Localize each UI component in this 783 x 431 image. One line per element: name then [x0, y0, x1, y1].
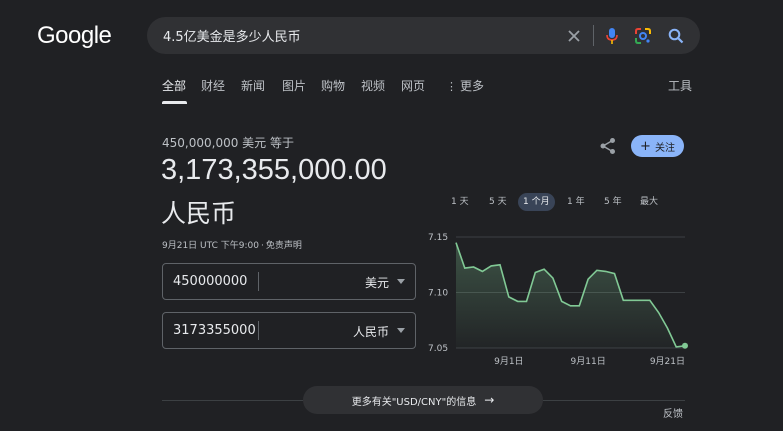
share-icon[interactable] — [599, 137, 617, 155]
voice-search-icon[interactable] — [602, 26, 622, 46]
tab-all[interactable]: 全部 — [162, 77, 187, 104]
field-divider — [258, 272, 259, 291]
search-box[interactable] — [147, 17, 700, 54]
plus-icon: + — [640, 138, 651, 154]
tab-finance[interactable]: 财经 — [201, 77, 225, 94]
tools-button[interactable]: 工具 — [668, 77, 692, 94]
search-input[interactable] — [163, 17, 553, 54]
tab-videos[interactable]: 视频 — [361, 77, 385, 94]
lens-icon[interactable] — [633, 26, 653, 46]
conversion-source-text: 450,000,000 美元 等于 — [162, 136, 294, 150]
active-tab-indicator — [162, 101, 187, 104]
x-tick-label: 9月1日 — [494, 356, 523, 367]
to-currency-select[interactable]: 人民币 — [353, 323, 389, 340]
y-tick-label: 7.05 — [428, 344, 448, 354]
chart-area — [456, 242, 685, 348]
range-5y[interactable]: 5 年 — [599, 193, 627, 211]
y-tick-label: 7.10 — [428, 289, 448, 299]
tab-shopping[interactable]: 购物 — [321, 77, 345, 94]
follow-button[interactable]: + 关注 — [631, 135, 684, 157]
tab-images[interactable]: 图片 — [282, 77, 306, 94]
exchange-rate-chart[interactable]: 7.15 7.10 7.05 9月1日 9月11日 9月21日 — [420, 225, 695, 370]
range-1m[interactable]: 1 个月 — [518, 193, 555, 211]
y-tick-label: 7.15 — [428, 233, 448, 243]
from-currency-select[interactable]: 美元 — [365, 274, 389, 291]
chart-current-point — [682, 342, 688, 349]
conversion-result-currency: 人民币 — [161, 199, 237, 228]
to-currency-field: 人民币 — [162, 312, 416, 349]
range-1y[interactable]: 1 年 — [562, 193, 590, 211]
tab-news[interactable]: 新闻 — [241, 77, 265, 94]
range-max[interactable]: 最大 — [635, 193, 663, 211]
to-amount-input[interactable] — [173, 313, 257, 348]
more-info-button[interactable]: 更多有关"USD/CNY"的信息 → — [303, 386, 543, 414]
tab-more[interactable]: ⋮ 更多 — [446, 77, 484, 94]
from-currency-field: 美元 — [162, 263, 416, 300]
timestamp-text: 9月21日 UTC 下午9:00 — [162, 241, 259, 251]
rate-timestamp: 9月21日 UTC 下午9:00 · 免责声明 — [162, 241, 302, 251]
clear-icon[interactable] — [564, 26, 584, 46]
range-1d[interactable]: 1 天 — [446, 193, 474, 211]
x-tick-label: 9月21日 — [650, 356, 685, 367]
arrow-right-icon: → — [484, 393, 495, 407]
disclaimer-link[interactable]: 免责声明 — [266, 241, 302, 251]
divider-left — [162, 400, 303, 401]
google-logo[interactable]: Google — [37, 22, 112, 50]
chevron-down-icon[interactable] — [397, 328, 405, 333]
field-divider — [258, 321, 259, 340]
tab-web[interactable]: 网页 — [401, 77, 425, 94]
from-amount-input[interactable] — [173, 264, 257, 299]
divider-right — [543, 400, 685, 401]
search-icon[interactable] — [666, 26, 686, 46]
x-tick-label: 9月11日 — [571, 356, 606, 367]
chevron-down-icon[interactable] — [397, 279, 405, 284]
feedback-link[interactable]: 反馈 — [663, 405, 683, 420]
more-vert-icon: ⋮ — [446, 80, 457, 93]
conversion-result-amount: 3,173,355,000.00 — [161, 154, 387, 186]
range-5d[interactable]: 5 天 — [484, 193, 512, 211]
search-divider — [593, 25, 594, 46]
